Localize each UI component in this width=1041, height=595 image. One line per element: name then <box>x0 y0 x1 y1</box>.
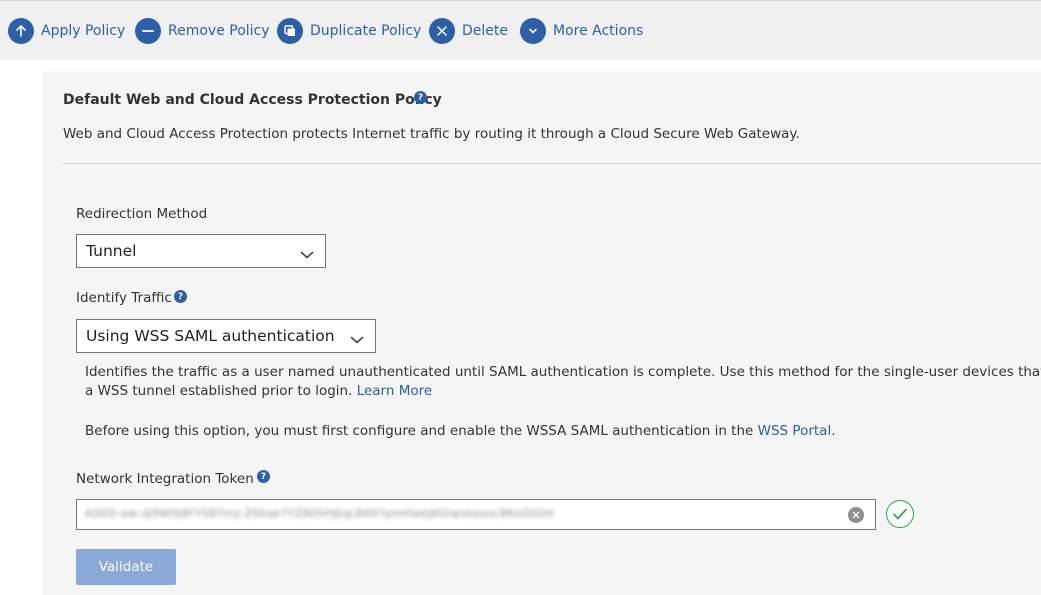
help-icon[interactable]: ? <box>174 290 187 303</box>
network-token-label: Network Integration Token <box>76 471 254 487</box>
check-icon <box>886 500 914 528</box>
redirection-method-select[interactable]: Tunnel <box>76 234 326 268</box>
minus-icon <box>135 18 161 44</box>
identify-info-text: a WSS tunnel established prior to login. <box>85 383 353 399</box>
chevron-down-icon <box>520 18 546 44</box>
identify-info-line2: a WSS tunnel established prior to login.… <box>85 383 432 399</box>
delete-button[interactable]: Delete <box>429 17 508 45</box>
clear-icon[interactable] <box>848 507 864 523</box>
duplicate-policy-label: Duplicate Policy <box>310 23 422 39</box>
redirection-method-value: Tunnel <box>86 242 137 260</box>
arrow-up-icon <box>8 18 34 44</box>
redirection-method-label: Redirection Method <box>76 206 208 222</box>
network-token-value: ASKD-aw-dj9W0j8FYS8Tnsj-Z0bak7YZ8DVHJlqL… <box>85 507 554 520</box>
policy-description: Web and Cloud Access Protection protects… <box>63 126 800 142</box>
more-actions-button[interactable]: More Actions <box>520 17 643 45</box>
close-icon <box>429 18 455 44</box>
delete-label: Delete <box>462 23 508 39</box>
duplicate-icon <box>277 18 303 44</box>
identify-traffic-select[interactable]: Using WSS SAML authentication <box>76 319 376 353</box>
saml-note-text: Before using this option, you must first… <box>85 423 754 439</box>
toolbar: Apply Policy Remove Policy Duplicate Pol… <box>0 0 1041 60</box>
apply-policy-button[interactable]: Apply Policy <box>8 17 125 45</box>
learn-more-link[interactable]: Learn More <box>357 383 433 399</box>
identify-traffic-value: Using WSS SAML authentication <box>86 327 335 345</box>
wss-portal-link[interactable]: WSS Portal <box>758 423 832 439</box>
identify-traffic-label: Identify Traffic <box>76 290 172 306</box>
chevron-down-icon <box>350 331 364 349</box>
remove-policy-button[interactable]: Remove Policy <box>135 17 270 45</box>
help-icon[interactable]: ? <box>257 470 270 483</box>
identify-info-line1: Identifies the traffic as a user named u… <box>85 364 1041 380</box>
help-icon[interactable]: ? <box>414 91 427 104</box>
network-token-input[interactable]: ASKD-aw-dj9W0j8FYS8Tnsj-Z0bak7YZ8DVHJlqL… <box>76 499 876 530</box>
page-title: Default Web and Cloud Access Protection … <box>63 92 442 108</box>
remove-policy-label: Remove Policy <box>168 23 270 39</box>
duplicate-policy-button[interactable]: Duplicate Policy <box>277 17 421 45</box>
chevron-down-icon <box>300 246 314 264</box>
apply-policy-label: Apply Policy <box>41 23 126 39</box>
divider <box>63 163 1041 164</box>
more-actions-label: More Actions <box>553 23 644 39</box>
saml-note-suffix: . <box>831 423 836 439</box>
validate-button[interactable]: Validate <box>76 549 176 585</box>
saml-note: Before using this option, you must first… <box>85 423 836 439</box>
